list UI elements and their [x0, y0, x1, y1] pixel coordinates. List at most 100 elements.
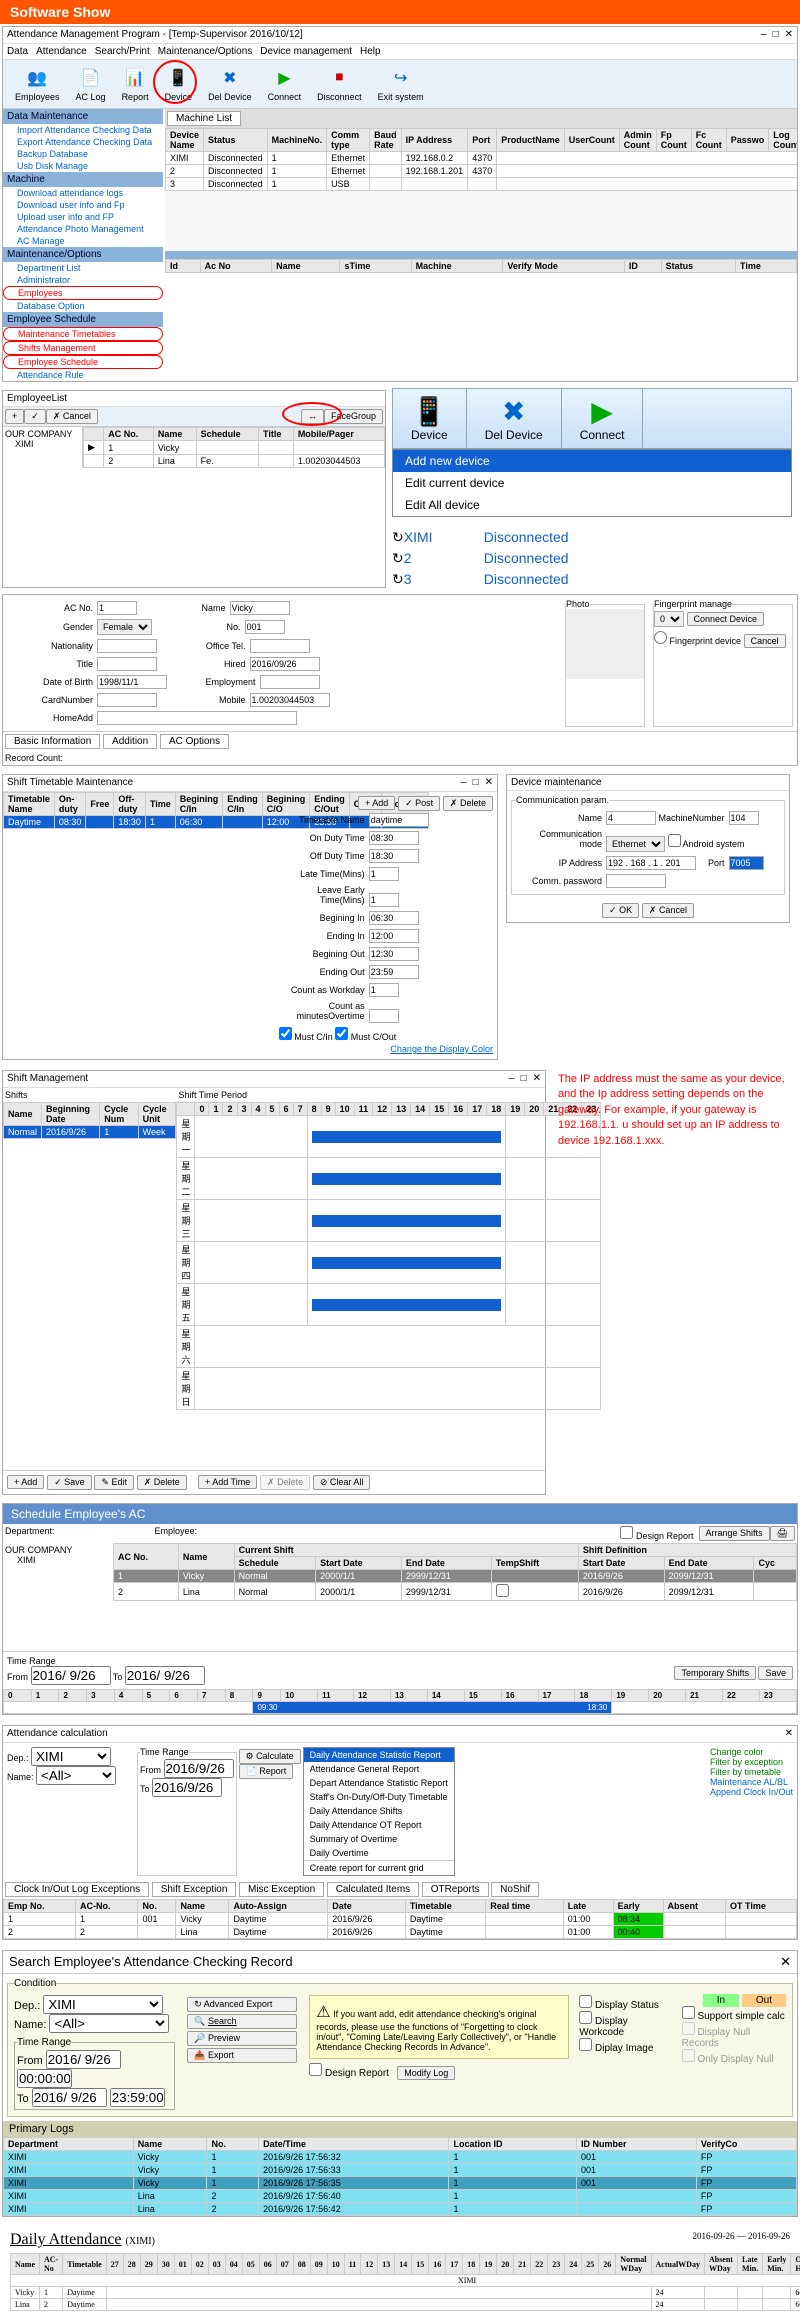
s-name[interactable]: <All>: [49, 2014, 169, 2033]
sched-row[interactable]: 1VickyNormal2000/1/12999/12/312016/9/262…: [114, 1570, 797, 1583]
log-row[interactable]: XIMIVicky12016/9/26 17:56:331001FP: [4, 2164, 797, 2177]
sm-clear[interactable]: ⊘ Clear All: [313, 1475, 371, 1490]
big-deldevice-btn[interactable]: ✖Del Device: [467, 389, 562, 448]
report-button[interactable]: 📊Report: [114, 64, 157, 104]
employees-button[interactable]: 👥Employees: [7, 64, 68, 104]
tt-late-input[interactable]: [369, 867, 399, 881]
s-from-t[interactable]: [17, 2069, 72, 2088]
device-row[interactable]: 3Disconnected1USB: [166, 178, 798, 191]
rpt-item[interactable]: Depart Attendance Statistic Report: [304, 1776, 454, 1790]
sm-save[interactable]: ✓ Save: [47, 1475, 92, 1490]
acno-input[interactable]: [97, 601, 137, 615]
rpt-item[interactable]: Daily Overtime: [304, 1846, 454, 1860]
dept-tree[interactable]: OUR COMPANY XIMI: [3, 427, 83, 468]
tt-eo-input[interactable]: [369, 965, 419, 979]
calc-name[interactable]: <All>: [36, 1766, 116, 1785]
card-input[interactable]: [97, 693, 157, 707]
must-cin-chk[interactable]: [279, 1027, 292, 1040]
emplist-add[interactable]: +: [5, 409, 24, 424]
link-filter-exc[interactable]: Filter by exception: [710, 1757, 793, 1767]
dd-add-device[interactable]: Add new device: [393, 450, 791, 472]
simple-calc-chk[interactable]: [682, 2006, 695, 2019]
connect-button[interactable]: ▶Connect: [260, 64, 310, 104]
modify-log-btn[interactable]: Modify Log: [397, 2066, 455, 2080]
tt-bo-input[interactable]: [369, 947, 419, 961]
sm-add[interactable]: + Add: [7, 1475, 44, 1489]
photo-box[interactable]: [566, 609, 644, 679]
empl-input[interactable]: [260, 675, 320, 689]
dm-pw[interactable]: [606, 874, 666, 888]
rpt-item[interactable]: Daily Attendance Statistic Report: [304, 1748, 454, 1762]
dev-row[interactable]: ↻ 3Disconnected: [392, 569, 792, 590]
disp-status-chk[interactable]: [579, 1995, 592, 2008]
big-connect-btn[interactable]: ▶Connect: [562, 389, 644, 448]
tt-leave-input[interactable]: [369, 893, 399, 907]
link-maint-albl[interactable]: Maintenance AL/BL: [710, 1777, 793, 1787]
rpt-item[interactable]: Attendance General Report: [304, 1762, 454, 1776]
rpt-item[interactable]: Staff's On-Duty/Off-Duty Timetable: [304, 1790, 454, 1804]
side-dbopt[interactable]: Database Option: [3, 300, 163, 312]
tt-on-input[interactable]: [369, 831, 419, 845]
preview-btn[interactable]: 🔎 Preview: [187, 2031, 297, 2046]
s-to-d[interactable]: [32, 2088, 107, 2107]
rpt-item[interactable]: Daily Attendance Shifts: [304, 1804, 454, 1818]
menubar[interactable]: DataAttendanceSearch/PrintMaintenance/Op…: [3, 44, 797, 60]
log-row[interactable]: XIMILina22016/9/26 17:56:421FP: [4, 2203, 797, 2216]
sm-row[interactable]: Normal2016/9/261Week: [4, 1126, 176, 1139]
calc-row[interactable]: 11001VickyDaytime2016/9/26Daytime01:0008…: [4, 1913, 797, 1926]
side-import[interactable]: Import Attendance Checking Data: [3, 124, 163, 136]
link-filter-tt[interactable]: Filter by timetable: [710, 1767, 793, 1777]
s-dep[interactable]: XIMI: [43, 1995, 163, 2014]
link-change-color[interactable]: Change color: [710, 1747, 793, 1757]
side-backup[interactable]: Backup Database: [3, 148, 163, 160]
deldevice-button[interactable]: ✖Del Device: [200, 64, 260, 104]
report-btn[interactable]: 📄 Report: [239, 1764, 294, 1779]
tt-cw-input[interactable]: [369, 983, 399, 997]
export-btn[interactable]: 📤 Export: [187, 2048, 297, 2063]
dob-input[interactable]: [97, 675, 167, 689]
design-chk[interactable]: [620, 1526, 633, 1539]
sm-close[interactable]: — □ ✕: [509, 1073, 541, 1085]
disconnect-button[interactable]: ⏹Disconnect: [309, 64, 370, 104]
tt-off-input[interactable]: [369, 849, 419, 863]
adv-export-btn[interactable]: ↻ Advanced Export: [187, 1997, 297, 2012]
side-up-user[interactable]: Upload user info and FP: [3, 211, 163, 223]
emplist-save[interactable]: ✓: [24, 409, 46, 424]
office-input[interactable]: [250, 639, 310, 653]
temp-shifts-btn[interactable]: Temporary Shifts: [674, 1666, 756, 1680]
name-input[interactable]: [230, 601, 290, 615]
sched-row[interactable]: 2LinaNormal2000/1/12999/12/312016/9/2620…: [114, 1583, 797, 1601]
no-input[interactable]: [245, 620, 285, 634]
connect-dev-btn[interactable]: Connect Device: [687, 612, 765, 626]
side-photo[interactable]: Attendance Photo Management: [3, 223, 163, 235]
tt-post[interactable]: ✓ Post: [398, 796, 440, 811]
log-row[interactable]: XIMIVicky12016/9/26 17:56:351001FP: [4, 2177, 797, 2190]
side-maint-tt[interactable]: Maintenance Timetables: [3, 327, 163, 341]
sched-from[interactable]: [31, 1666, 111, 1685]
aclog-button[interactable]: 📄AC Log: [68, 64, 114, 104]
side-usb[interactable]: Usb Disk Manage: [3, 160, 163, 172]
tt-close[interactable]: — □ ✕: [461, 777, 493, 789]
log-row[interactable]: XIMILina22016/9/26 17:56:401FP: [4, 2190, 797, 2203]
dm-port[interactable]: [729, 856, 764, 870]
search-close[interactable]: ✕: [780, 1954, 791, 1970]
calc-from[interactable]: [164, 1759, 234, 1778]
tt-bi-input[interactable]: [369, 911, 419, 925]
dm-android-chk[interactable]: [668, 834, 681, 847]
tab-addition[interactable]: Addition: [103, 734, 157, 749]
calc-btn[interactable]: ⚙ Calculate: [239, 1749, 301, 1764]
dev-row[interactable]: ↻ XIMIDisconnected: [392, 527, 792, 548]
dm-ok[interactable]: ✓ OK: [602, 903, 639, 918]
disp-workcode-chk[interactable]: [579, 2011, 592, 2024]
mobile-input[interactable]: [250, 693, 330, 707]
tab-basic[interactable]: Basic Information: [5, 734, 100, 749]
device-button[interactable]: 📱Device: [157, 64, 201, 104]
design-rpt-chk[interactable]: [309, 2063, 322, 2076]
tab-machinelist[interactable]: Machine List: [167, 111, 241, 126]
emplist-cancel[interactable]: ✗ Cancel: [46, 409, 98, 424]
emplist-transfer[interactable]: ↔: [301, 409, 324, 424]
side-empsched[interactable]: Employee Schedule: [3, 355, 163, 369]
emp-row[interactable]: ▶1Vicky: [84, 441, 385, 455]
emp-row[interactable]: 2LinaFe.1.00203044503: [84, 455, 385, 468]
side-attrule[interactable]: Attendance Rule: [3, 369, 163, 381]
